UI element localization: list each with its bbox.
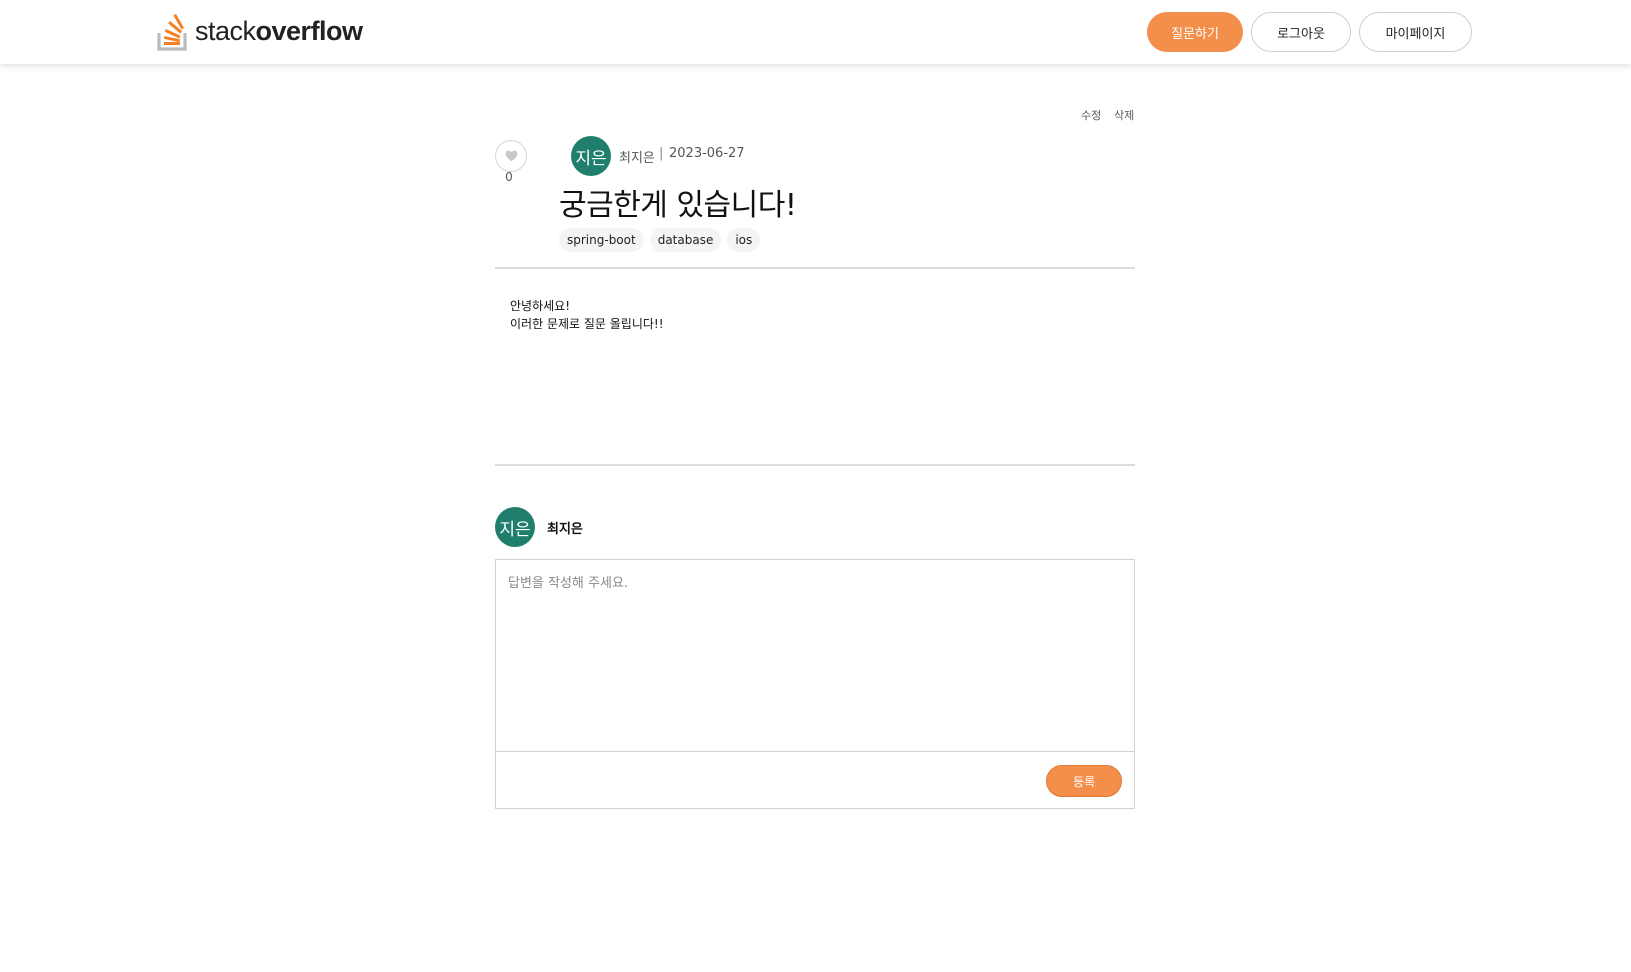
post-body-line: 이러한 문제로 질문 올립니다!! bbox=[510, 317, 664, 331]
site-logo[interactable]: stackoverflow bbox=[157, 11, 363, 51]
edit-post-link[interactable]: 수정 bbox=[1081, 107, 1101, 123]
post-author: 최지은 bbox=[619, 151, 655, 166]
delete-post-link[interactable]: 삭제 bbox=[1114, 107, 1134, 123]
avatar: 지은 bbox=[495, 507, 535, 547]
answer-form: 등록 bbox=[495, 559, 1135, 809]
answer-input[interactable] bbox=[496, 560, 1134, 752]
logout-button[interactable]: 로그아웃 bbox=[1251, 12, 1351, 52]
tag-list: spring-boot database ios bbox=[559, 228, 761, 252]
post-date: 2023-06-27 bbox=[669, 146, 745, 161]
tag[interactable]: database bbox=[649, 228, 722, 252]
heart-icon bbox=[505, 150, 517, 162]
top-navbar: stackoverflow 질문하기 로그아웃 마이페이지 bbox=[0, 0, 1631, 64]
divider bbox=[495, 464, 1135, 466]
logo-text: stackoverflow bbox=[195, 15, 363, 46]
ask-question-button[interactable]: 질문하기 bbox=[1147, 12, 1243, 52]
tag[interactable]: ios bbox=[727, 228, 761, 252]
divider bbox=[495, 267, 1135, 269]
submit-answer-button[interactable]: 등록 bbox=[1046, 765, 1122, 797]
post-body-line: 안녕하세요! bbox=[510, 299, 571, 313]
answer-author: 최지은 bbox=[547, 522, 583, 537]
post-title: 궁금한게 있습니다! bbox=[559, 188, 797, 223]
meta-separator: | bbox=[659, 146, 664, 161]
tag[interactable]: spring-boot bbox=[559, 228, 644, 252]
mypage-button[interactable]: 마이페이지 bbox=[1359, 12, 1472, 52]
like-count: 0 bbox=[505, 170, 513, 184]
like-button[interactable] bbox=[495, 140, 527, 172]
avatar: 지은 bbox=[571, 136, 611, 176]
stackoverflow-logo-icon bbox=[157, 13, 187, 51]
